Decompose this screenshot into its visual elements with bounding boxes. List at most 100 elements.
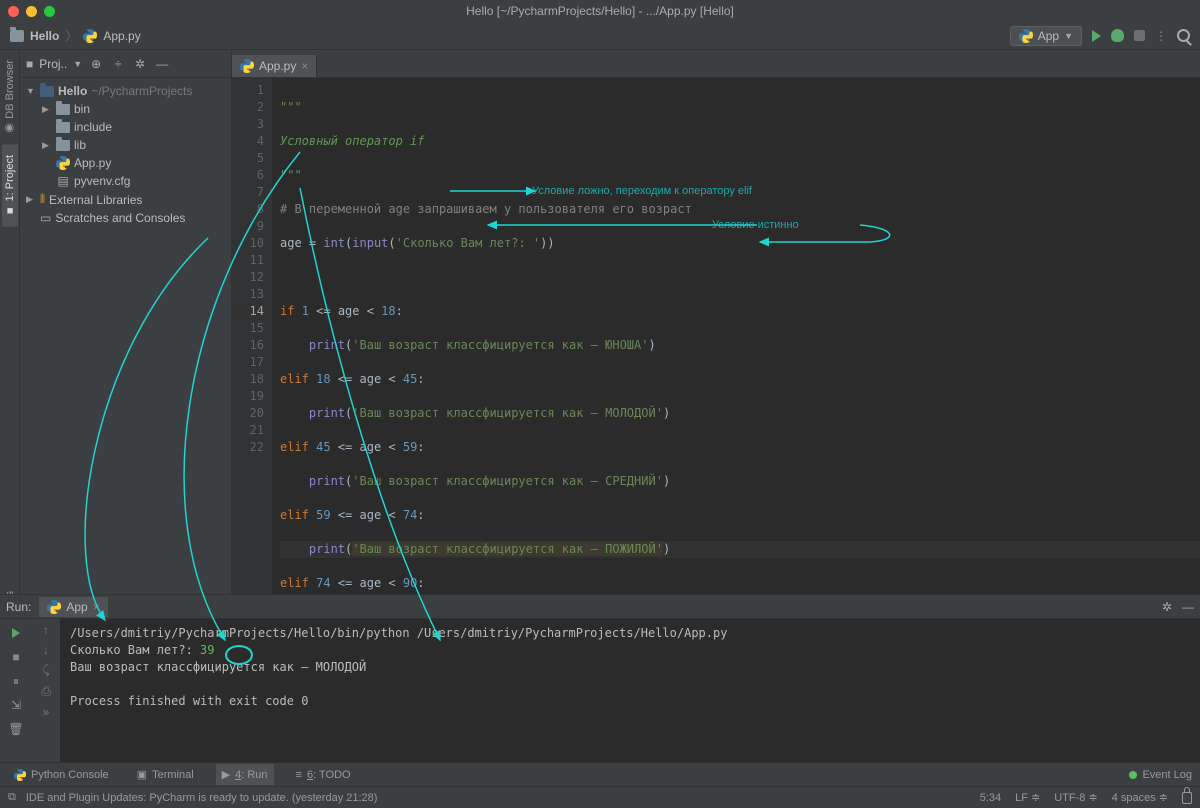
indent-setting[interactable]: 4 spaces ≑: [1112, 791, 1168, 804]
folder-icon: [56, 122, 70, 133]
gear-icon[interactable]: ✲: [132, 56, 148, 72]
run-panel-label: Run:: [6, 600, 31, 614]
tree-root-name: Hello: [58, 84, 87, 98]
run-tab[interactable]: ▶ 4: Run: [216, 764, 274, 785]
tree-scratches[interactable]: ▭ Scratches and Consoles: [20, 209, 231, 227]
expand-icon[interactable]: »: [43, 705, 50, 719]
locate-icon[interactable]: ⊕: [88, 56, 104, 72]
notification-dot-icon: [1129, 771, 1137, 779]
hide-icon[interactable]: —: [154, 56, 170, 72]
tree-label: pyvenv.cfg: [74, 174, 130, 188]
project-panel-label[interactable]: Proj..: [39, 57, 67, 71]
folder-icon: [56, 140, 70, 151]
close-window-icon[interactable]: [8, 6, 19, 17]
tree-external-libs[interactable]: ▶⫴External Libraries: [20, 190, 231, 209]
python-icon: [14, 769, 26, 781]
window-icon[interactable]: ⧉: [8, 791, 16, 804]
terminal-tab[interactable]: ▣ Terminal: [131, 764, 200, 785]
collapse-icon[interactable]: ÷: [110, 56, 126, 72]
breadcrumb-project[interactable]: Hello: [30, 29, 59, 43]
tab-label: 6: TODO: [307, 769, 351, 781]
nav-bar: Hello 〉 App.py App ▼ ⋮: [0, 22, 1200, 50]
tab-label: Event Log: [1142, 769, 1192, 781]
python-console-tab[interactable]: Python Console: [8, 765, 115, 785]
titlebar: Hello [~/PycharmProjects/Hello] - .../Ap…: [0, 0, 1200, 22]
stop-button[interactable]: [1134, 30, 1145, 41]
tree-folder-include[interactable]: include: [20, 118, 231, 136]
tree-file-app[interactable]: App.py: [20, 154, 231, 172]
project-tab[interactable]: ■ 1: Project: [2, 145, 18, 227]
status-bar: ⧉ IDE and Plugin Updates: PyCharm is rea…: [0, 786, 1200, 808]
annotation-1: Условие ложно, переходим к оператору eli…: [532, 183, 752, 200]
close-tab-icon[interactable]: ×: [93, 600, 100, 614]
event-log-tab[interactable]: Event Log: [1129, 769, 1192, 781]
line-separator[interactable]: LF ≑: [1015, 791, 1040, 804]
tree-label: Scratches and Consoles: [55, 211, 185, 225]
folder-icon: [10, 30, 24, 42]
run-panel: Run: App × ✲ — ■ ⏸ ⇲ 🗑 ↑ ↓ ⤹ ⎙ » /Users/…: [0, 594, 1200, 762]
tree-label: External Libraries: [49, 193, 142, 207]
run-tab[interactable]: App ×: [39, 597, 107, 617]
file-encoding[interactable]: UTF-8 ≑: [1054, 791, 1097, 804]
caret-position[interactable]: 5:34: [980, 792, 1001, 804]
editor-tab-label: App.py: [259, 59, 296, 73]
tree-folder-bin[interactable]: ▶bin: [20, 100, 231, 118]
tab-label: Python Console: [31, 769, 109, 781]
tree-label: App.py: [74, 156, 111, 170]
todo-tab[interactable]: ≡ 6: TODO: [290, 765, 357, 785]
close-tab-icon[interactable]: ×: [301, 59, 308, 73]
python-icon: [56, 156, 70, 170]
tab-label: Terminal: [152, 769, 194, 781]
terminal-icon: ▣: [137, 768, 147, 781]
maximize-window-icon[interactable]: [44, 6, 55, 17]
python-icon: [83, 29, 97, 43]
chevron-down-icon: ▼: [1064, 31, 1073, 41]
run-tab-label: App: [66, 600, 87, 614]
annotation-2: Условие истинно: [712, 217, 799, 234]
wrap-icon[interactable]: ⤹: [42, 663, 49, 678]
list-icon: ≡: [296, 769, 302, 781]
hide-icon[interactable]: —: [1182, 600, 1194, 614]
tab-label: 4: Run: [235, 769, 267, 781]
status-message[interactable]: IDE and Plugin Updates: PyCharm is ready…: [26, 792, 378, 804]
pause-icon[interactable]: ⏸: [8, 673, 24, 689]
breadcrumb-sep: 〉: [65, 27, 77, 44]
bottom-tool-tabs: Python Console ▣ Terminal ▶ 4: Run ≡ 6: TOD…: [0, 762, 1200, 786]
python-icon: [1019, 29, 1033, 43]
stop-button[interactable]: ■: [8, 649, 24, 665]
tree-root-path: ~/PycharmProjects: [91, 84, 192, 98]
rerun-button[interactable]: [8, 625, 24, 641]
search-icon[interactable]: [1177, 29, 1190, 42]
down-arrow-icon[interactable]: ↓: [43, 643, 49, 657]
breadcrumb-file[interactable]: App.py: [103, 29, 140, 43]
minimize-window-icon[interactable]: [26, 6, 37, 17]
editor-tab-app[interactable]: App.py ×: [232, 55, 317, 77]
python-icon: [240, 59, 254, 73]
gear-icon[interactable]: ✲: [1162, 600, 1172, 614]
db-browser-tab[interactable]: ◉ DB Browser: [1, 50, 18, 145]
print-icon[interactable]: ⎙: [41, 684, 51, 699]
chevron-down-icon[interactable]: ▼: [73, 59, 82, 69]
console-output[interactable]: /Users/dmitriy/PycharmProjects/Hello/bin…: [60, 619, 1200, 762]
lock-icon[interactable]: [1182, 792, 1192, 804]
play-icon: ▶: [222, 768, 230, 781]
tree-root[interactable]: ▼ Hello ~/PycharmProjects: [20, 82, 231, 100]
run-config-selector[interactable]: App ▼: [1010, 26, 1082, 46]
tree-label: lib: [74, 138, 86, 152]
python-icon: [47, 600, 61, 614]
folder-icon: [40, 86, 54, 97]
tree-file-pyvenv[interactable]: ▤ pyvenv.cfg: [20, 172, 231, 190]
trash-icon[interactable]: 🗑: [8, 721, 24, 737]
tree-label: include: [74, 120, 112, 134]
tree-folder-lib[interactable]: ▶lib: [20, 136, 231, 154]
file-icon: ▤: [56, 174, 70, 188]
folder-icon: [56, 104, 70, 115]
tree-label: bin: [74, 102, 90, 116]
exit-icon[interactable]: ⇲: [8, 697, 24, 713]
scratches-icon: ▭: [40, 211, 51, 225]
divider: ⋮: [1155, 29, 1167, 43]
up-arrow-icon[interactable]: ↑: [43, 623, 49, 637]
run-button[interactable]: [1092, 30, 1101, 42]
debug-button[interactable]: [1111, 29, 1124, 42]
library-icon: ⫴: [40, 192, 45, 207]
